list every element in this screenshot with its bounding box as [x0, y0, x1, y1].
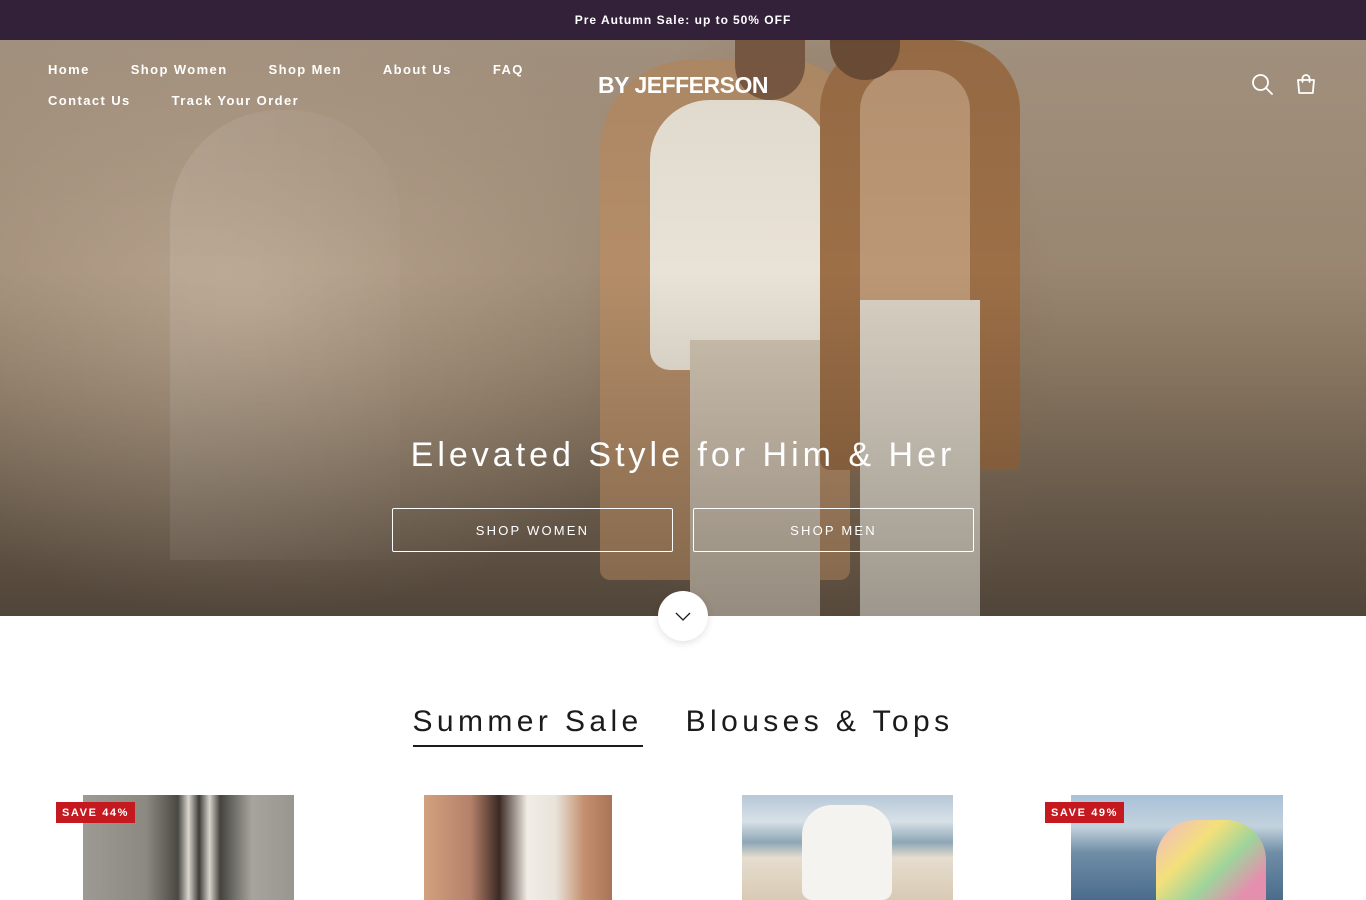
hero-banner — [0, 40, 1366, 616]
product-image-halter-top[interactable] — [424, 795, 612, 900]
announcement-text: Pre Autumn Sale: up to — [574, 13, 729, 27]
collection-tabs: Summer Sale Blouses & Tops — [0, 703, 1366, 747]
sale-badge: SAVE 44% — [56, 802, 136, 823]
search-button[interactable] — [1250, 72, 1274, 96]
nav-item-shop-men[interactable]: Shop Men — [269, 62, 342, 77]
white-dress-shape — [802, 805, 892, 900]
nav-item-contact-us[interactable]: Contact Us — [48, 93, 131, 108]
sale-badge: SAVE 49% — [1045, 802, 1125, 823]
nav-item-track-order[interactable]: Track Your Order — [172, 93, 299, 108]
cart-button[interactable] — [1294, 72, 1318, 96]
nav-item-about-us[interactable]: About Us — [383, 62, 452, 77]
product-card[interactable] — [424, 795, 612, 900]
tab-blouses-tops[interactable]: Blouses & Tops — [686, 703, 954, 747]
announcement-highlight: 50% OFF — [732, 13, 792, 27]
shopping-bag-icon — [1297, 74, 1315, 94]
tab-summer-sale[interactable]: Summer Sale — [412, 703, 643, 747]
shop-men-button[interactable]: SHOP MEN — [693, 508, 974, 552]
nav-item-home[interactable]: Home — [48, 62, 90, 77]
shop-women-button[interactable]: SHOP WOMEN — [392, 508, 673, 552]
product-card[interactable] — [742, 795, 953, 900]
brand-logo[interactable]: BY JEFFERSON — [583, 72, 783, 99]
nav-item-shop-women[interactable]: Shop Women — [131, 62, 228, 77]
main-nav: Home Shop Women Shop Men About Us FAQ Co… — [48, 62, 568, 108]
announcement-bar: Pre Autumn Sale: up to 50% OFF — [0, 0, 1366, 40]
nav-item-faq[interactable]: FAQ — [493, 62, 524, 77]
scroll-down-button[interactable] — [658, 591, 708, 641]
floral-top-shape — [1156, 820, 1266, 900]
search-icon — [1252, 74, 1273, 95]
hero-overlay — [0, 40, 1366, 616]
hero-title: Elevated Style for Him & Her — [410, 436, 956, 474]
chevron-down-icon — [675, 612, 691, 621]
